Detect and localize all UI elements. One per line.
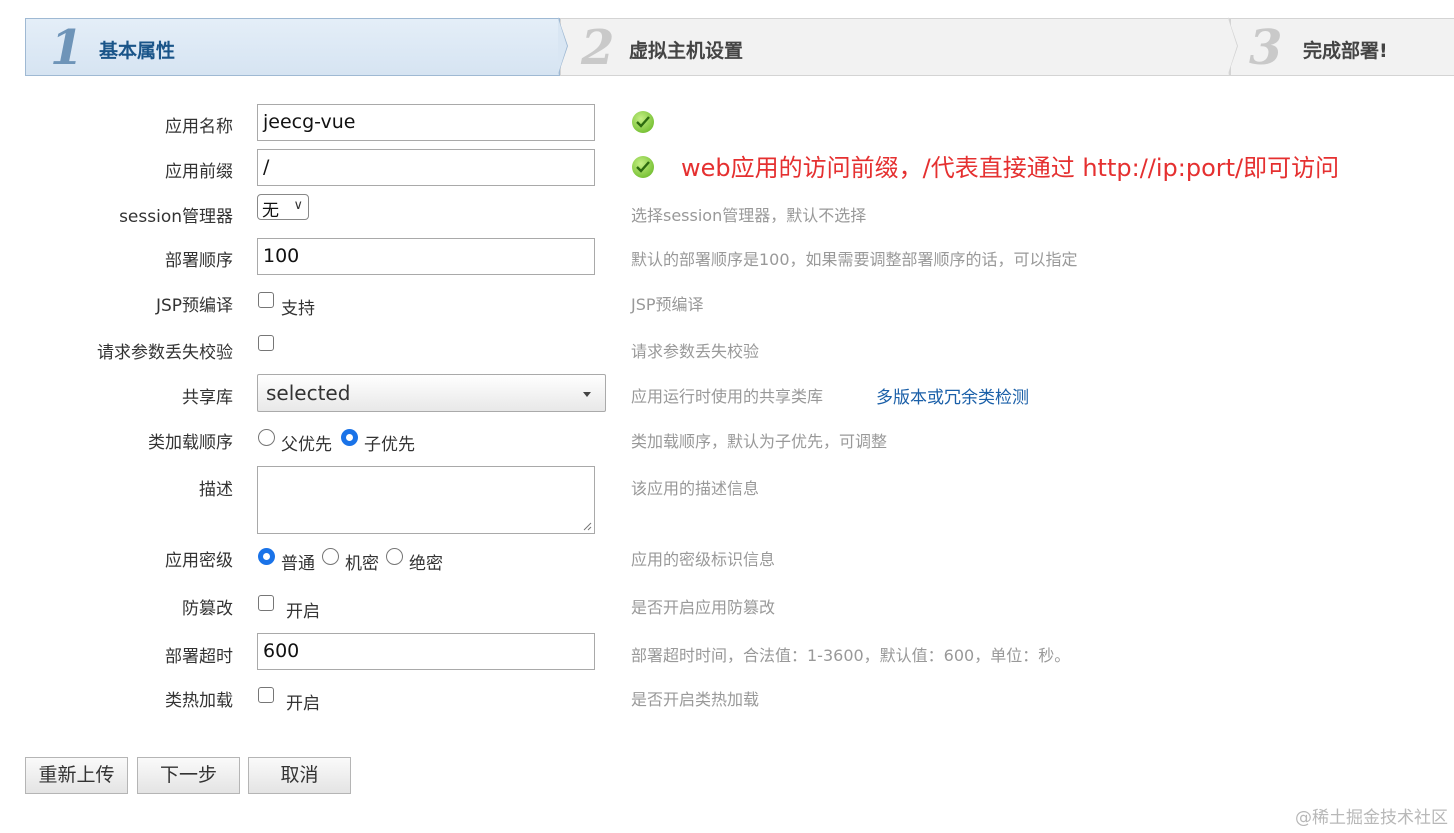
step-2-virtual-host: 2 虚拟主机设置 bbox=[560, 18, 1230, 76]
jsp-precompile-option: 支持 bbox=[281, 299, 315, 319]
duplicate-class-check-link[interactable]: 多版本或冗余类检测 bbox=[876, 383, 1029, 408]
step-separator-arrow bbox=[558, 18, 567, 74]
deploy-timeout-input[interactable]: 600 bbox=[257, 633, 595, 670]
level-top-secret-option: 绝密 bbox=[409, 554, 443, 574]
watermark: @稀土掘金技术社区 bbox=[1295, 808, 1448, 828]
wizard-steps: 1 基本属性 2 虚拟主机设置 3 完成部署! bbox=[25, 17, 1454, 78]
jsp-precompile-label: JSP预编译 bbox=[155, 296, 233, 316]
session-manager-value: 无 bbox=[262, 201, 279, 221]
classload-order-hint: 类加载顺序，默认为子优先，可调整 bbox=[631, 432, 888, 451]
param-loss-check-label: 请求参数丢失校验 bbox=[97, 343, 233, 363]
reupload-button[interactable]: 重新上传 bbox=[25, 757, 128, 794]
caret-down-icon bbox=[583, 392, 591, 397]
parent-first-radio[interactable] bbox=[258, 429, 275, 446]
valid-check-icon bbox=[632, 156, 654, 178]
valid-check-icon bbox=[632, 111, 654, 133]
resize-grip-icon[interactable] bbox=[582, 521, 592, 531]
app-prefix-label: 应用前缀 bbox=[165, 162, 233, 182]
session-manager-label: session管理器 bbox=[119, 207, 233, 227]
parent-first-option: 父优先 bbox=[281, 435, 332, 455]
deploy-timeout-label: 部署超时 bbox=[165, 647, 233, 667]
tamper-proof-checkbox[interactable] bbox=[258, 595, 274, 611]
shared-lib-select[interactable]: selected bbox=[257, 374, 606, 412]
jsp-precompile-checkbox[interactable] bbox=[258, 292, 274, 308]
param-loss-check-hint: 请求参数丢失校验 bbox=[631, 342, 760, 361]
hot-reload-label: 类热加载 bbox=[165, 691, 233, 711]
hot-reload-checkbox[interactable] bbox=[258, 687, 274, 703]
level-normal-radio[interactable] bbox=[258, 548, 275, 565]
shared-lib-label: 共享库 bbox=[182, 388, 233, 408]
param-loss-check-checkbox[interactable] bbox=[258, 335, 274, 351]
tamper-proof-hint: 是否开启应用防篡改 bbox=[631, 598, 776, 617]
shared-lib-value: selected bbox=[266, 381, 351, 405]
step-label: 虚拟主机设置 bbox=[629, 40, 744, 62]
description-hint: 该应用的描述信息 bbox=[631, 479, 760, 498]
level-confidential-radio[interactable] bbox=[322, 548, 339, 565]
step-label: 完成部署! bbox=[1303, 40, 1388, 62]
tamper-proof-label: 防篡改 bbox=[182, 599, 233, 619]
step-label: 基本属性 bbox=[99, 40, 176, 62]
classload-order-label: 类加载顺序 bbox=[148, 433, 233, 453]
prefix-annotation: web应用的访问前缀，/代表直接通过 http://ip:port/即可访问 bbox=[681, 154, 1340, 182]
level-confidential-option: 机密 bbox=[345, 554, 379, 574]
step-separator-arrow bbox=[1228, 18, 1237, 74]
app-name-input[interactable]: jeecg-vue bbox=[257, 104, 595, 141]
description-label: 描述 bbox=[199, 480, 233, 500]
description-textarea[interactable] bbox=[257, 466, 595, 534]
jsp-precompile-hint: JSP预编译 bbox=[631, 295, 704, 314]
level-top-secret-radio[interactable] bbox=[386, 548, 403, 565]
session-manager-select[interactable]: 无 ∨ bbox=[257, 194, 309, 221]
deploy-order-input[interactable]: 100 bbox=[257, 238, 595, 275]
shared-lib-hint: 应用运行时使用的共享类库 bbox=[631, 387, 824, 406]
chevron-down-icon: ∨ bbox=[293, 198, 303, 213]
step-number: 1 bbox=[50, 20, 84, 76]
security-level-label: 应用密级 bbox=[165, 551, 233, 571]
app-prefix-input[interactable]: / bbox=[257, 149, 595, 186]
deploy-order-hint: 默认的部署顺序是100，如果需要调整部署顺序的话，可以指定 bbox=[631, 250, 1078, 269]
app-name-label: 应用名称 bbox=[165, 117, 233, 137]
hot-reload-option: 开启 bbox=[286, 694, 320, 714]
session-manager-hint: 选择session管理器，默认不选择 bbox=[631, 206, 867, 225]
security-level-hint: 应用的密级标识信息 bbox=[631, 550, 776, 569]
cancel-button[interactable]: 取消 bbox=[248, 757, 351, 794]
hot-reload-hint: 是否开启类热加载 bbox=[631, 690, 760, 709]
deploy-timeout-hint: 部署超时时间，合法值：1-3600，默认值：600，单位：秒。 bbox=[631, 646, 1071, 665]
step-number: 2 bbox=[581, 20, 615, 76]
child-first-radio[interactable] bbox=[341, 429, 358, 446]
step-1-basic-properties: 1 基本属性 bbox=[25, 18, 560, 76]
next-step-button[interactable]: 下一步 bbox=[137, 757, 240, 794]
deploy-order-label: 部署顺序 bbox=[165, 251, 233, 271]
step-number: 3 bbox=[1249, 20, 1283, 76]
tamper-proof-option: 开启 bbox=[286, 602, 320, 622]
level-normal-option: 普通 bbox=[281, 554, 315, 574]
child-first-option: 子优先 bbox=[364, 435, 415, 455]
step-3-finish-deploy: 3 完成部署! bbox=[1230, 18, 1454, 76]
